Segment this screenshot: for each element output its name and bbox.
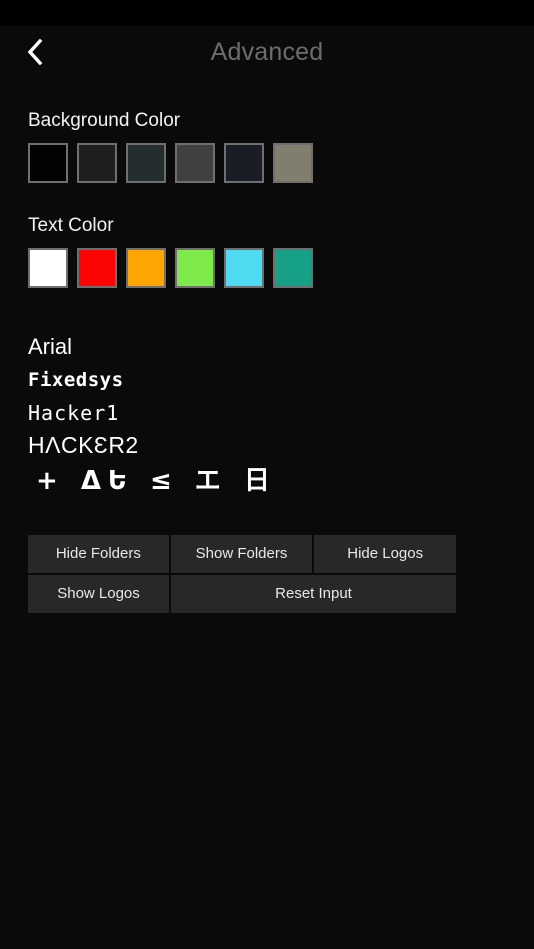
page-title: Advanced: [210, 38, 324, 66]
background-color-label: Background Color: [28, 110, 181, 131]
text-swatch-white[interactable]: [28, 248, 68, 288]
bg-swatch-gray[interactable]: [175, 143, 215, 183]
text-swatch-teal[interactable]: [273, 248, 313, 288]
text-swatch-cyan[interactable]: [224, 248, 264, 288]
bg-swatch-black[interactable]: [28, 143, 68, 183]
show-folders-button[interactable]: Show Folders: [170, 535, 313, 573]
bg-swatch-navy[interactable]: [224, 143, 264, 183]
font-options-list: Arial Fixedsys Hacker1 HΛCKƐR2 + ΔԵ ≤ エ …: [28, 330, 534, 497]
action-button-row-2: Show Logos Reset Input: [28, 575, 456, 613]
bg-swatch-dark[interactable]: [77, 143, 117, 183]
font-option-fixedsys[interactable]: Fixedsys: [28, 363, 534, 396]
text-color-section: Text Color: [28, 215, 534, 288]
hide-logos-button[interactable]: Hide Logos: [314, 535, 457, 573]
show-logos-button[interactable]: Show Logos: [28, 575, 169, 613]
font-option-hacker2[interactable]: HΛCKƐR2: [28, 429, 534, 462]
background-color-swatch-row: [28, 143, 534, 183]
action-button-row-1: Hide Folders Show Folders Hide Logos: [28, 535, 457, 573]
background-color-section: Background Color: [28, 110, 534, 183]
status-bar: [0, 0, 534, 26]
hide-folders-button[interactable]: Hide Folders: [28, 535, 169, 573]
text-color-label: Text Color: [28, 215, 114, 236]
text-swatch-red[interactable]: [77, 248, 117, 288]
bg-swatch-khaki[interactable]: [273, 143, 313, 183]
settings-content: Background Color Text Color Arial Fixeds…: [0, 110, 534, 613]
app-bar: Advanced: [0, 26, 534, 78]
font-option-symbols[interactable]: + ΔԵ ≤ エ 日: [28, 462, 534, 496]
font-option-arial[interactable]: Arial: [28, 330, 534, 363]
bg-swatch-slate[interactable]: [126, 143, 166, 183]
text-swatch-green[interactable]: [175, 248, 215, 288]
action-button-area: Hide Folders Show Folders Hide Logos Sho…: [28, 535, 457, 613]
text-swatch-orange[interactable]: [126, 248, 166, 288]
font-option-hacker1[interactable]: Hacker1: [28, 396, 534, 429]
reset-input-button[interactable]: Reset Input: [171, 575, 456, 613]
text-color-swatch-row: [28, 248, 534, 288]
